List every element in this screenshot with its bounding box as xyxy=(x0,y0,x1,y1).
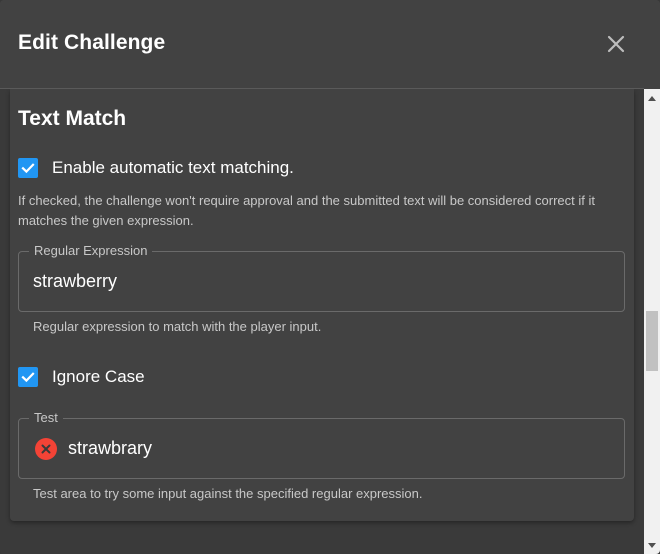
test-input[interactable]: strawbrary xyxy=(68,438,152,459)
ignore-case-checkbox[interactable]: Ignore Case xyxy=(18,367,145,387)
auto-match-help: If checked, the challenge won't require … xyxy=(18,193,595,228)
regex-field-label: Regular Expression xyxy=(29,243,153,259)
checkbox-checked-icon[interactable] xyxy=(18,367,38,387)
scroll-down-arrow-icon[interactable] xyxy=(644,537,660,554)
test-field-label: Test xyxy=(29,410,63,426)
scroll-up-arrow-icon[interactable] xyxy=(644,89,660,106)
regex-field[interactable]: Regular Expression strawberry xyxy=(18,243,625,312)
ignore-case-label: Ignore Case xyxy=(52,367,145,386)
section-title: Text Match xyxy=(18,107,127,130)
error-circle-icon xyxy=(35,438,57,460)
edit-challenge-dialog: Edit Challenge Text Match Enable automat… xyxy=(0,0,660,554)
test-field[interactable]: Test strawbrary xyxy=(18,410,625,479)
dialog-header: Edit Challenge xyxy=(0,0,660,88)
close-button[interactable] xyxy=(600,28,632,60)
check-icon xyxy=(21,163,35,174)
dialog-title: Edit Challenge xyxy=(18,31,166,54)
auto-match-label: Enable automatic text matching. xyxy=(52,158,294,177)
vertical-scrollbar[interactable] xyxy=(644,89,660,554)
regex-input[interactable]: strawberry xyxy=(33,271,117,292)
scrollbar-thumb[interactable] xyxy=(646,311,658,371)
text-match-card: Text Match Enable automatic text matchin… xyxy=(10,89,634,521)
test-help: Test area to try some input against the … xyxy=(33,486,423,501)
dialog-content: Text Match Enable automatic text matchin… xyxy=(0,89,644,554)
checkbox-checked-icon[interactable] xyxy=(18,158,38,178)
check-icon xyxy=(21,372,35,383)
regex-help: Regular expression to match with the pla… xyxy=(33,319,322,334)
auto-match-checkbox[interactable]: Enable automatic text matching. xyxy=(18,158,294,178)
close-icon xyxy=(607,35,625,53)
